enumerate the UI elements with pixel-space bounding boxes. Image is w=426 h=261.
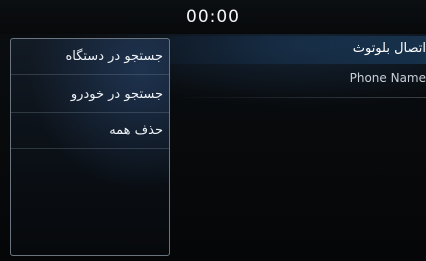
list-divider — [172, 97, 426, 98]
head-unit-screen: 00:00 اتصال بلوتوث Phone Name جستجو در د… — [0, 0, 426, 261]
clock: 00:00 — [186, 7, 240, 27]
options-popup-menu: جستجو در دستگاه جستجو در خودرو حذف همه — [10, 38, 170, 256]
menu-item-label: جستجو در دستگاه — [65, 49, 163, 64]
menu-item-search-on-car[interactable]: جستجو در خودرو — [11, 77, 169, 113]
menu-item-delete-all[interactable]: حذف همه — [11, 113, 169, 149]
menu-item-label: حذف همه — [109, 123, 163, 138]
menu-item-search-on-device[interactable]: جستجو در دستگاه — [11, 39, 169, 75]
menu-item-label: جستجو در خودرو — [70, 87, 163, 102]
bluetooth-title: اتصال بلوتوث — [352, 41, 426, 56]
status-bar: 00:00 — [0, 0, 426, 34]
device-list-item[interactable]: Phone Name — [350, 71, 426, 85]
